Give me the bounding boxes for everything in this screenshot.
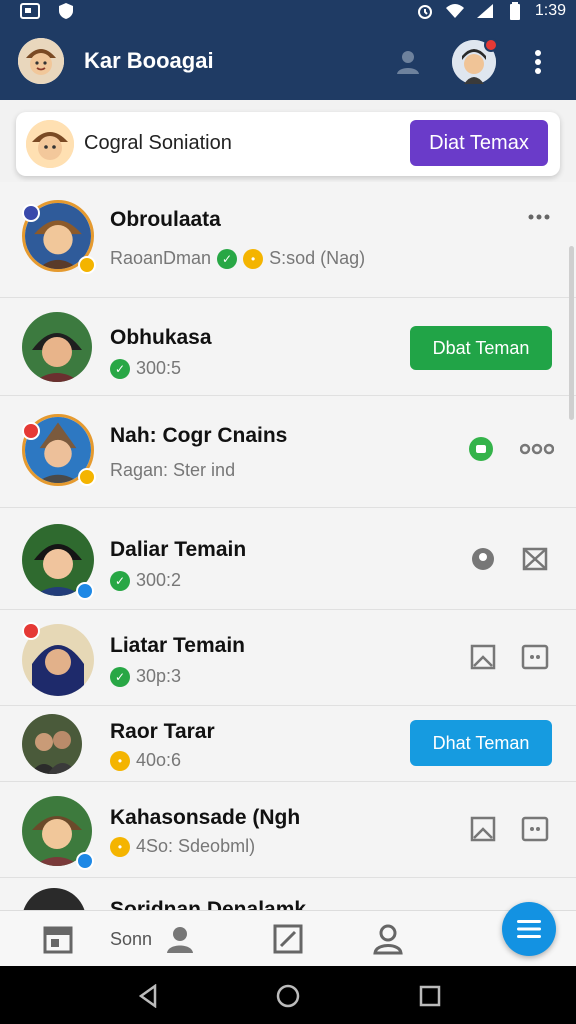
app-bar: Kar Booagai: [0, 24, 576, 100]
avatar: [22, 888, 86, 910]
list-item[interactable]: Obhukasa ✓ 300:5 Dbat Teman: [0, 298, 576, 396]
more-vert-icon[interactable]: [520, 44, 556, 80]
emoji-icon: •: [110, 750, 130, 771]
contact-list: Obroulaata RaoanDman ✓ • S:sod (Nag) Obh…: [0, 182, 576, 910]
home-icon[interactable]: [276, 984, 300, 1008]
block-icon[interactable]: [518, 542, 552, 576]
signal-icon: [475, 2, 495, 20]
image-icon[interactable]: [466, 640, 500, 674]
contact-subtitle: RaoanDman ✓ • S:sod (Nag): [110, 248, 365, 269]
people-icon[interactable]: [160, 921, 200, 957]
back-icon[interactable]: [136, 984, 160, 1008]
app-avatar[interactable]: [18, 38, 64, 84]
notification-dot: [484, 38, 498, 52]
online-icon: [464, 432, 498, 466]
list-item[interactable]: Kahasonsade (Ngh • 4So: Sdeobml): [0, 782, 576, 878]
status-badge: [78, 468, 96, 486]
profile-avatar[interactable]: [452, 38, 498, 84]
recents-icon[interactable]: [418, 984, 442, 1008]
app-title: Kar Booagai: [84, 48, 214, 73]
battery-icon: [505, 2, 525, 20]
calendar-icon[interactable]: [38, 921, 78, 957]
status-badge: [76, 852, 94, 870]
tab-label[interactable]: Sonn: [110, 929, 152, 950]
subtitle-text: 300:2: [136, 570, 182, 590]
app-header: 1:39 Kar Booagai: [0, 0, 576, 100]
emoji-icon: •: [243, 248, 264, 269]
flag-badge: [22, 204, 40, 222]
user-icon[interactable]: [390, 44, 426, 80]
chat-friend-button[interactable]: Dbat Teman: [410, 326, 552, 370]
contact-subtitle: • 4So: Sdeobml): [110, 836, 255, 857]
avatar: [22, 312, 92, 382]
edit-icon[interactable]: [268, 921, 308, 957]
contact-name: Raor Tarar: [110, 720, 215, 743]
contact-name: Soridnan Denalamk: [110, 898, 307, 910]
contact-subtitle: Ragan: Ster ind: [110, 460, 235, 481]
subtitle-text: 40o:6: [136, 750, 182, 770]
contact-name: Nah: Cogr Cnains: [110, 424, 288, 447]
image-icon[interactable]: [466, 812, 500, 846]
contact-name: Obroulaata: [110, 208, 221, 231]
check-icon: ✓: [217, 248, 238, 269]
check-icon: ✓: [110, 358, 130, 379]
add-friend-button[interactable]: Diat Temax: [410, 120, 548, 166]
shield-icon: [56, 2, 76, 20]
alarm-icon: [415, 2, 435, 20]
list-item[interactable]: Liatar Temain ✓ 30p:3: [0, 610, 576, 706]
status-badge: [76, 582, 94, 600]
emoji-icon: •: [110, 836, 130, 857]
subtitle-text: RaoanDman: [110, 248, 212, 268]
contact-subtitle: ✓ 300:2: [110, 570, 181, 591]
wifi-icon: [445, 2, 465, 20]
contact-name: Obhukasa: [110, 326, 212, 349]
flag-badge: [22, 422, 40, 440]
contact-name: Daliar Temain: [110, 538, 247, 561]
status-badge: [78, 256, 96, 274]
system-nav-bar: [0, 966, 576, 1024]
message-icon[interactable]: [518, 640, 552, 674]
list-item[interactable]: Obroulaata RaoanDman ✓ • S:sod (Nag): [0, 182, 576, 298]
contact-subtitle: ✓ 30p:3: [110, 666, 181, 687]
subtitle-text: 30p:3: [136, 666, 182, 686]
suggestion-card: Cogral Soniation Diat Temax: [16, 112, 560, 176]
contact-name: Liatar Temain: [110, 634, 245, 657]
status-time: 1:39: [534, 2, 566, 19]
screen: 1:39 Kar Booagai Cogral Soniation Diat T…: [0, 0, 576, 1024]
suggestion-title: Cogral Soniation: [84, 132, 232, 154]
subtitle-extra: S:sod (Nag): [269, 248, 366, 268]
list-item[interactable]: Soridnan Denalamk: [0, 878, 576, 910]
check-icon: ✓: [110, 666, 130, 687]
check-icon: ✓: [110, 570, 130, 591]
chat-friend-button[interactable]: Dhat Teman: [410, 720, 552, 766]
cast-icon: [20, 2, 40, 20]
suggestion-avatar: [26, 120, 74, 168]
contact-subtitle: • 40o:6: [110, 750, 181, 771]
contact-name: Kahasonsade (Ngh: [110, 806, 301, 829]
message-icon[interactable]: [518, 812, 552, 846]
list-item[interactable]: Raor Tarar • 40o:6 Dhat Teman: [0, 706, 576, 782]
menu-icon: [517, 920, 541, 938]
list-item[interactable]: Daliar Temain ✓ 300:2: [0, 508, 576, 610]
more-horiz-icon[interactable]: [522, 200, 556, 234]
scrollbar[interactable]: [569, 246, 574, 420]
avatar: [22, 714, 82, 774]
location-icon[interactable]: [466, 542, 500, 576]
list-item[interactable]: Nah: Cogr Cnains Ragan: Ster ind: [0, 396, 576, 508]
subtitle-text: 4So: Sdeobml): [136, 836, 256, 856]
contact-subtitle: ✓ 300:5: [110, 358, 181, 379]
more-horiz-icon[interactable]: [520, 432, 554, 466]
subtitle-text: Ragan: Ster ind: [110, 460, 236, 480]
flag-badge: [22, 622, 40, 640]
bottom-tab-bar: Sonn: [0, 910, 576, 966]
subtitle-text: 300:5: [136, 358, 182, 378]
menu-fab[interactable]: [502, 902, 556, 956]
profile-icon[interactable]: [368, 921, 408, 957]
status-bar: 1:39: [0, 0, 576, 24]
